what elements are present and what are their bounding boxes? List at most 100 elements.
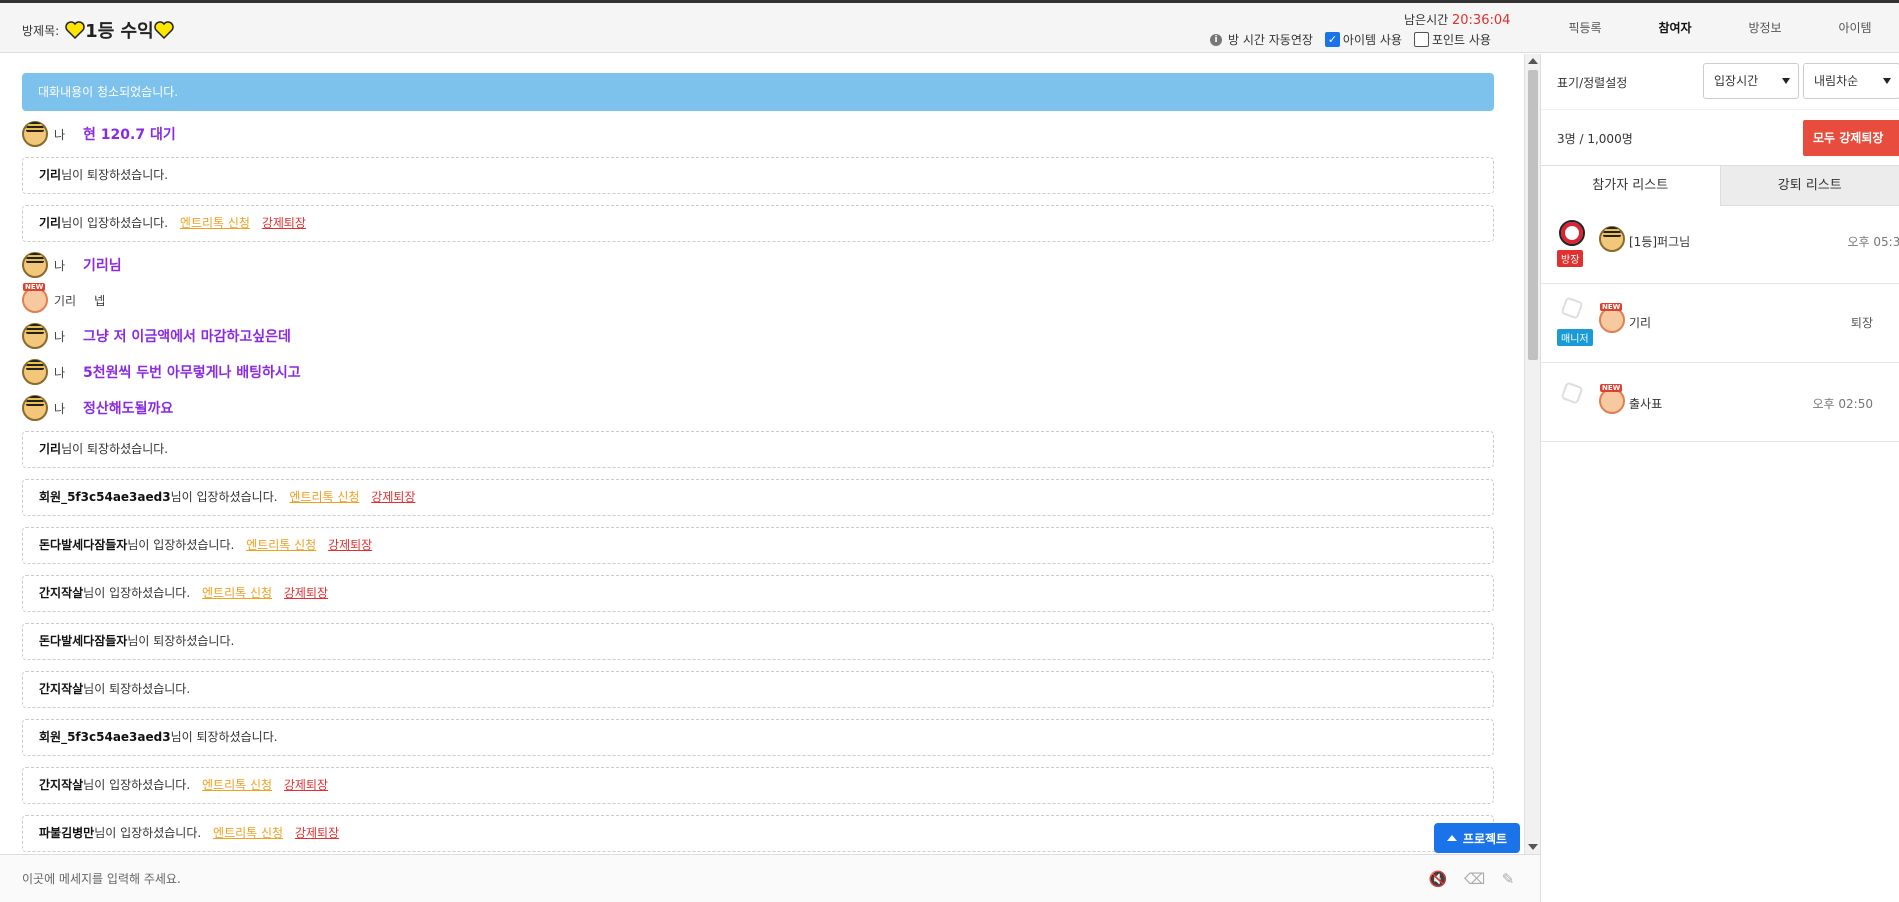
- checkbox-checked-icon[interactable]: ✓: [1324, 32, 1340, 47]
- mute-icon[interactable]: 🔇: [1428, 869, 1448, 889]
- system-user: 간지작살: [39, 586, 84, 600]
- participant-status[interactable]: 퇴장: [1851, 314, 1873, 331]
- system-text: 님이 입장하셨습니다.: [61, 216, 169, 230]
- tab-items[interactable]: 아이템: [1810, 3, 1899, 53]
- avatar[interactable]: [22, 283, 48, 313]
- kick-all-button[interactable]: 모두 강제퇴장: [1803, 120, 1899, 156]
- remaining-time-value: 20:36:04: [1452, 13, 1511, 28]
- system-message: 간지작살님이 퇴장하셨습니다.: [22, 671, 1494, 708]
- eraser-icon[interactable]: ⌫: [1464, 869, 1485, 889]
- info-icon: i: [1210, 33, 1222, 46]
- tab-pick-register[interactable]: 픽등록: [1540, 3, 1630, 53]
- avatar[interactable]: [22, 323, 48, 349]
- system-text: 님이 퇴장하셨습니다.: [61, 442, 169, 456]
- avatar[interactable]: [22, 359, 48, 385]
- entry-talk-link[interactable]: 엔트리톡 신청: [213, 826, 283, 840]
- system-text: 님이 퇴장하셨습니다.: [170, 730, 278, 744]
- system-text: 님이 입장하셨습니다.: [94, 826, 202, 840]
- system-user: 기리: [39, 442, 62, 456]
- sort-order-select[interactable]: 내림차순: [1803, 63, 1899, 99]
- kick-link[interactable]: 강제퇴장: [328, 538, 372, 552]
- chevron-down-icon: [1883, 78, 1891, 84]
- kick-link[interactable]: 강제퇴장: [371, 490, 415, 504]
- system-user: 돈다발세다잠들자: [39, 538, 128, 552]
- option-point-label: 포인트 사용: [1431, 33, 1491, 47]
- checkbox-unchecked-icon[interactable]: [1413, 32, 1429, 47]
- tab-kicked-list[interactable]: 강퇴 리스트: [1720, 166, 1899, 206]
- more-icon[interactable]: ⋮: [1894, 311, 1899, 325]
- participant-count-row: 3명 / 1,000명 모두 강제퇴장: [1541, 110, 1899, 166]
- tab-participants[interactable]: 참여자: [1630, 3, 1720, 53]
- avatar: [1599, 384, 1625, 414]
- protect-label: 프로젝트: [1462, 831, 1508, 846]
- role-placeholder-icon: [1560, 296, 1584, 320]
- avatar[interactable]: [22, 395, 48, 421]
- system-user: 간지작살: [39, 682, 84, 696]
- room-options: i 방 시간 자동연장 ✓ 아이템 사용 포인트 사용: [1210, 31, 1491, 48]
- entry-talk-link[interactable]: 엔트리톡 신청: [246, 538, 316, 552]
- option-point-use[interactable]: 포인트 사용: [1413, 31, 1491, 48]
- role-placeholder-icon: [1560, 381, 1584, 405]
- chevron-down-icon: [1782, 78, 1790, 84]
- system-message: 돈다발세다잠들자님이 입장하셨습니다. 엔트리톡 신청 강제퇴장: [22, 527, 1494, 564]
- message-text: 넵: [94, 293, 106, 308]
- sort-settings-label: 표기/정렬설정: [1557, 76, 1628, 90]
- magic-wand-icon[interactable]: ✎: [1498, 869, 1518, 889]
- avatar: [1599, 226, 1625, 252]
- chat-message: 나 5천원씩 두번 아무렇게나 배팅하시고: [22, 358, 301, 386]
- protect-button[interactable]: 프로젝트: [1434, 823, 1520, 853]
- heart-icon: [65, 21, 85, 39]
- kick-link[interactable]: 강제퇴장: [262, 216, 306, 230]
- notice-banner: 대화내용이 청소되었습니다.: [22, 73, 1494, 111]
- tab-participant-list[interactable]: 참가자 리스트: [1541, 166, 1721, 206]
- system-user: 돈다발세다잠들자: [39, 634, 128, 648]
- scroll-down-icon[interactable]: [1528, 844, 1538, 850]
- participant-count: 3명 / 1,000명: [1557, 132, 1633, 146]
- option-auto-extend-label: 방 시간 자동연장: [1228, 33, 1313, 47]
- option-item-use[interactable]: ✓ 아이템 사용: [1324, 31, 1402, 48]
- scroll-up-icon[interactable]: [1528, 58, 1538, 64]
- host-icon: [1559, 220, 1585, 246]
- participant-name: [1등]퍼그님: [1629, 235, 1691, 249]
- tab-room-info[interactable]: 방정보: [1720, 3, 1810, 53]
- system-message: 간지작살님이 입장하셨습니다. 엔트리톡 신청 강제퇴장: [22, 575, 1494, 612]
- remaining-time-label: 남은시간: [1404, 13, 1449, 27]
- entry-talk-link[interactable]: 엔트리톡 신청: [202, 778, 272, 792]
- system-text: 님이 입장하셨습니다.: [83, 778, 191, 792]
- participant-row[interactable]: 방장 [1등]퍼그님 오후 05:39: [1541, 206, 1899, 284]
- entry-talk-link[interactable]: 엔트리톡 신청: [289, 490, 359, 504]
- avatar: [1599, 303, 1625, 333]
- kick-link[interactable]: 강제퇴장: [284, 586, 328, 600]
- message-nick: 나: [54, 329, 66, 344]
- system-message: 기리님이 퇴장하셨습니다.: [22, 157, 1494, 194]
- chat-scrollbar[interactable]: [1524, 54, 1540, 854]
- system-user: 파불김병만: [39, 826, 95, 840]
- system-message: 돈다발세다잠들자님이 퇴장하셨습니다.: [22, 623, 1494, 660]
- participant-tabs: 참가자 리스트 강퇴 리스트: [1541, 166, 1899, 206]
- participants-panel: 표기/정렬설정 입장시간 내림차순 3명 / 1,000명 모두 강제퇴장 참가…: [1540, 54, 1899, 902]
- participant-row[interactable]: 매니저 기리 퇴장 ⋮: [1541, 285, 1899, 363]
- participant-time: 오후 05:39: [1847, 235, 1899, 249]
- system-message: 기리님이 퇴장하셨습니다.: [22, 431, 1494, 468]
- message-text: 기리님: [83, 258, 122, 274]
- more-icon[interactable]: ⋮: [1894, 392, 1899, 406]
- avatar[interactable]: [22, 121, 48, 147]
- entry-talk-link[interactable]: 엔트리톡 신청: [202, 586, 272, 600]
- option-auto-extend[interactable]: i 방 시간 자동연장: [1210, 31, 1313, 48]
- system-message: 파불김병만님이 입장하셨습니다. 엔트리톡 신청 강제퇴장: [22, 815, 1494, 852]
- message-text: 현 120.7 대기: [83, 127, 176, 143]
- chat-message: 나 정산해도될까요: [22, 394, 173, 422]
- system-text: 님이 입장하셨습니다.: [170, 490, 278, 504]
- system-text: 님이 입장하셨습니다.: [127, 538, 235, 552]
- message-nick: 기리: [54, 293, 77, 308]
- sort-by-select[interactable]: 입장시간: [1703, 63, 1799, 99]
- scroll-thumb[interactable]: [1528, 70, 1538, 360]
- message-input[interactable]: [12, 863, 1392, 895]
- entry-talk-link[interactable]: 엔트리톡 신청: [180, 216, 250, 230]
- kick-link[interactable]: 강제퇴장: [284, 778, 328, 792]
- kick-link[interactable]: 강제퇴장: [295, 826, 339, 840]
- message-nick: 나: [54, 401, 66, 416]
- avatar[interactable]: [22, 252, 48, 278]
- option-item-label: 아이템 사용: [1342, 33, 1402, 47]
- participant-row[interactable]: 출사표 오후 02:50 ⋮: [1541, 364, 1899, 442]
